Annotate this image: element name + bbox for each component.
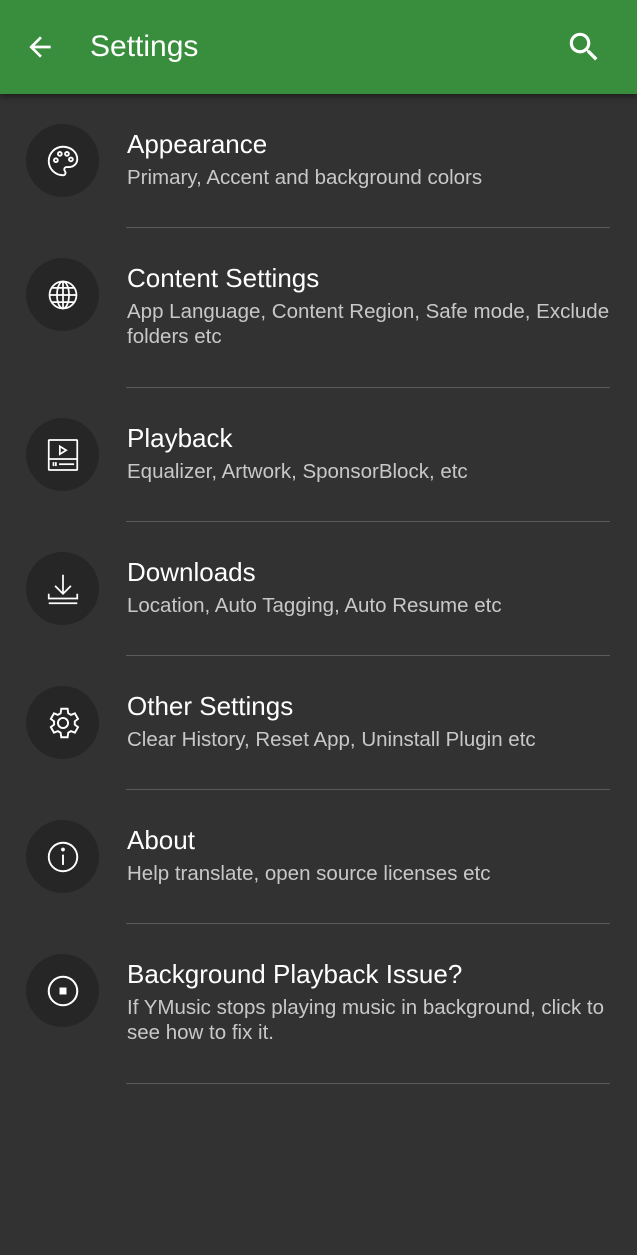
item-subtitle: Location, Auto Tagging, Auto Resume etc: [127, 594, 502, 617]
settings-item-downloads[interactable]: Downloads Location, Auto Tagging, Auto R…: [0, 522, 637, 656]
search-button[interactable]: [562, 25, 606, 69]
item-title: About: [127, 825, 195, 855]
page-title: Settings: [90, 30, 199, 63]
item-subtitle: Primary, Accent and background colors: [127, 166, 483, 189]
item-subtitle: Clear History, Reset App, Uninstall Plug…: [127, 728, 536, 751]
item-title: Background Playback Issue?: [127, 959, 463, 989]
stop-circle-icon: [47, 975, 78, 1006]
back-button[interactable]: [18, 25, 62, 69]
settings-item-content-settings[interactable]: Content Settings App Language, Content R…: [0, 228, 637, 388]
settings-item-about[interactable]: About Help translate, open source licens…: [0, 790, 637, 924]
search-icon: [569, 32, 598, 61]
divider: [126, 1083, 610, 1084]
item-title: Downloads: [127, 557, 256, 587]
item-title: Playback: [127, 423, 233, 453]
item-title: Other Settings: [127, 691, 294, 721]
arrow-left-icon: [29, 36, 51, 58]
globe-icon: [48, 280, 77, 309]
icon-container: [26, 258, 99, 331]
icon-container: [26, 418, 99, 491]
settings-item-background-playback-issue[interactable]: Background Playback Issue? If YMusic sto…: [0, 924, 637, 1084]
icon-container: [26, 124, 99, 197]
gear-icon: [49, 707, 79, 738]
item-title: Appearance: [127, 129, 268, 159]
icon-container: [26, 954, 99, 1027]
icon-container: [26, 820, 99, 893]
download-icon: [47, 574, 78, 604]
playback-icon: [47, 438, 78, 471]
app-bar: Settings: [0, 0, 637, 94]
settings-item-other-settings[interactable]: Other Settings Clear History, Reset App,…: [0, 656, 637, 790]
item-subtitle: If YMusic stops playing music in backgro…: [127, 996, 605, 1044]
info-icon: [47, 841, 78, 872]
item-subtitle: App Language, Content Region, Safe mode,…: [127, 300, 610, 348]
settings-list: Appearance Primary, Accent and backgroun…: [0, 94, 637, 1084]
item-title: Content Settings: [127, 263, 320, 293]
settings-item-playback[interactable]: Playback Equalizer, Artwork, SponsorBloc…: [0, 388, 637, 522]
icon-container: [26, 552, 99, 625]
icon-container: [26, 686, 99, 759]
palette-icon: [47, 145, 78, 176]
settings-item-appearance[interactable]: Appearance Primary, Accent and backgroun…: [0, 94, 637, 228]
item-subtitle: Equalizer, Artwork, SponsorBlock, etc: [127, 460, 468, 483]
item-subtitle: Help translate, open source licenses etc: [127, 862, 491, 885]
